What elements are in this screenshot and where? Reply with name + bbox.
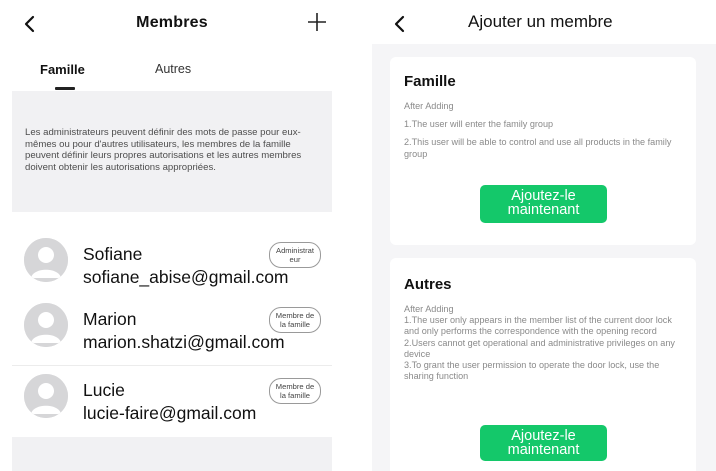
- member-name: Lucie: [83, 380, 125, 400]
- role-badge-line1: Membre de: [275, 382, 315, 391]
- card-line: 2.This user will be able to control and …: [404, 137, 672, 159]
- member-row-marion[interactable]: Marion marion.shatzi@gmail.com Membre de…: [12, 299, 332, 365]
- add-famille-button[interactable]: Ajoutez-le maintenant: [480, 185, 607, 223]
- famille-card: Famille After Adding 1.The user will ent…: [390, 57, 696, 245]
- card-line: 1.The user will enter the family group: [404, 119, 554, 130]
- autres-card: Autres After Adding 1.The user only appe…: [390, 258, 696, 471]
- card-line: After Adding: [404, 101, 454, 111]
- user-avatar-icon: [24, 303, 68, 347]
- tab-autres[interactable]: Autres: [155, 62, 191, 76]
- page-title: Membres: [136, 14, 208, 31]
- role-badge: Membre de la famille: [269, 307, 321, 333]
- members-screen: Membres Famille Autres Les administrateu…: [0, 0, 344, 471]
- button-label-line2: maintenant: [507, 202, 580, 218]
- card-description: After Adding 1.The user will enter the f…: [404, 101, 686, 160]
- info-panel: Les administrateurs peuvent définir des …: [12, 91, 332, 212]
- user-avatar-icon: [24, 238, 68, 282]
- card-line: 3.To grant the user permission to operat…: [404, 360, 660, 382]
- member-email: sofiane_abise@gmail.com: [83, 267, 289, 287]
- list-divider: [12, 365, 332, 366]
- add-member-button[interactable]: [306, 10, 328, 34]
- member-email: lucie-faire@gmail.com: [83, 403, 257, 423]
- role-badge-line2: la famille: [280, 391, 310, 400]
- page-title: Ajouter un membre: [468, 12, 613, 31]
- member-row-lucie[interactable]: Lucie lucie-faire@gmail.com Membre de la…: [12, 370, 332, 436]
- button-label-line2: maintenant: [507, 442, 580, 458]
- info-text: Les administrateurs peuvent définir des …: [25, 127, 302, 173]
- card-line: 2.Users cannot get operational and admin…: [404, 337, 675, 359]
- role-badge-line1: Membre de: [275, 311, 315, 320]
- list-footer-panel: [12, 437, 332, 471]
- card-title: Famille: [404, 73, 456, 90]
- member-tabs: Famille Autres: [0, 52, 344, 90]
- role-badge-line2: eur: [289, 255, 301, 264]
- role-badge: Membre de la famille: [269, 378, 321, 404]
- card-title: Autres: [404, 276, 452, 293]
- card-line: 1.The user only appears in the member li…: [404, 315, 672, 337]
- role-badge-line1: Administrat: [276, 246, 314, 255]
- back-button[interactable]: [388, 10, 412, 38]
- chevron-left-icon: [394, 15, 405, 33]
- add-member-screen: Ajouter un membre Famille After Adding 1…: [372, 0, 716, 471]
- member-name: Sofiane: [83, 244, 143, 264]
- member-email: marion.shatzi@gmail.com: [83, 332, 285, 352]
- role-badge-line2: la famille: [280, 320, 310, 329]
- card-line: After Adding: [404, 304, 454, 314]
- active-tab-indicator: [55, 87, 75, 90]
- add-member-header: Ajouter un membre: [372, 0, 716, 44]
- plus-icon: [308, 13, 326, 31]
- card-description: After Adding 1.The user only appears in …: [404, 304, 686, 382]
- member-name: Marion: [83, 309, 137, 329]
- members-header: Membres: [0, 0, 344, 48]
- user-avatar-icon: [24, 374, 68, 418]
- role-badge: Administrat eur: [269, 242, 321, 268]
- tab-famille[interactable]: Famille: [40, 62, 85, 77]
- add-autres-button[interactable]: Ajoutez-le maintenant: [480, 425, 607, 461]
- member-row-sofiane[interactable]: Sofiane sofiane_abise@gmail.com Administ…: [12, 234, 332, 300]
